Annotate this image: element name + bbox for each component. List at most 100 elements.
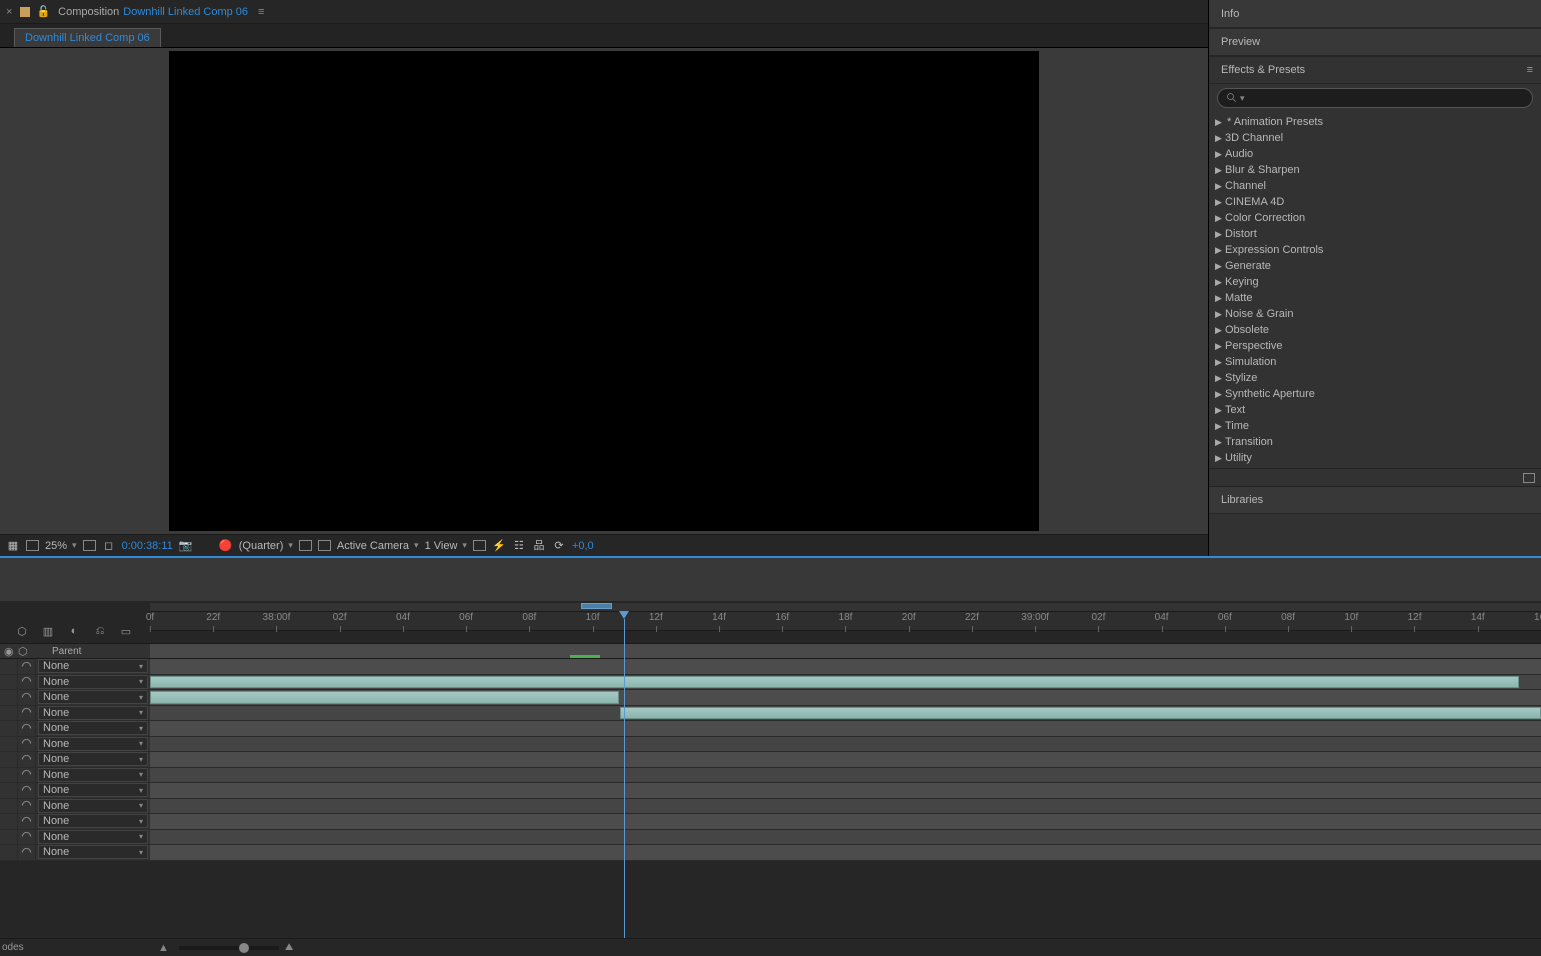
- pickwhip-icon[interactable]: [18, 737, 36, 752]
- viewer-tab-active[interactable]: Downhill Linked Comp 06: [14, 28, 161, 47]
- layer-clip-bar[interactable]: [150, 676, 1519, 689]
- roi-icon[interactable]: [299, 540, 312, 551]
- effects-category-item[interactable]: ▶* Animation Presets: [1209, 114, 1541, 130]
- effects-category-item[interactable]: ▶Expression Controls: [1209, 242, 1541, 258]
- show-snapshot-icon[interactable]: [199, 539, 213, 553]
- layer-track[interactable]: [150, 845, 1541, 860]
- panel-menu-icon[interactable]: ≡: [258, 6, 264, 18]
- effects-category-item[interactable]: ▶Obsolete: [1209, 322, 1541, 338]
- views-dropdown[interactable]: 1 View: [425, 540, 467, 552]
- timeline-layers-area[interactable]: NoneNoneNoneNoneNoneNoneNoneNoneNoneNone…: [0, 659, 1541, 938]
- parent-dropdown[interactable]: None: [38, 659, 148, 673]
- pickwhip-icon[interactable]: [18, 830, 36, 845]
- layer-row[interactable]: None: [0, 690, 1541, 706]
- snapshot-icon[interactable]: 📷: [179, 539, 193, 553]
- effects-category-item[interactable]: ▶Transition: [1209, 434, 1541, 450]
- fast-preview-icon[interactable]: ⚡: [492, 539, 506, 553]
- parent-dropdown[interactable]: None: [38, 768, 148, 782]
- channel-icon[interactable]: 🔴: [219, 539, 233, 553]
- layer-row[interactable]: None: [0, 737, 1541, 753]
- current-time-display[interactable]: 0:00:38:11: [122, 540, 173, 552]
- visibility-toggle[interactable]: [0, 675, 18, 690]
- time-ruler[interactable]: 0f22f38:00f02f04f06f08f10f12f14f16f18f20…: [150, 601, 1541, 643]
- parent-dropdown[interactable]: None: [38, 675, 148, 689]
- parent-column-header[interactable]: Parent: [52, 646, 81, 657]
- effects-category-item[interactable]: ▶Text: [1209, 402, 1541, 418]
- parent-dropdown[interactable]: None: [38, 752, 148, 766]
- visibility-toggle[interactable]: [0, 845, 18, 860]
- pickwhip-icon[interactable]: [18, 814, 36, 829]
- info-panel-header[interactable]: Info: [1209, 0, 1541, 28]
- timeline-zoom-slider[interactable]: [179, 946, 279, 950]
- layer-track[interactable]: [150, 830, 1541, 845]
- panel-menu-icon[interactable]: ≡: [1527, 64, 1533, 76]
- effects-category-item[interactable]: ▶Audio: [1209, 146, 1541, 162]
- effects-category-item[interactable]: ▶Keying: [1209, 274, 1541, 290]
- visibility-toggle[interactable]: [0, 659, 18, 674]
- layer-row[interactable]: None: [0, 752, 1541, 768]
- zoom-in-icon[interactable]: ⛰: [285, 942, 293, 953]
- pickwhip-icon[interactable]: [18, 675, 36, 690]
- parent-dropdown[interactable]: None: [38, 783, 148, 797]
- effects-category-item[interactable]: ▶Noise & Grain: [1209, 306, 1541, 322]
- pickwhip-icon[interactable]: [18, 768, 36, 783]
- visibility-toggle[interactable]: [0, 768, 18, 783]
- layer-track[interactable]: [150, 783, 1541, 798]
- parent-dropdown[interactable]: None: [38, 845, 148, 859]
- parent-dropdown[interactable]: None: [38, 737, 148, 751]
- current-time-indicator[interactable]: [619, 611, 629, 619]
- layer-row[interactable]: None: [0, 845, 1541, 861]
- effects-category-item[interactable]: ▶Color Correction: [1209, 210, 1541, 226]
- lock-column-icon[interactable]: ⬡: [18, 645, 28, 658]
- effects-category-item[interactable]: ▶Perspective: [1209, 338, 1541, 354]
- visibility-toggle[interactable]: [0, 737, 18, 752]
- flowchart-icon[interactable]: 品: [532, 539, 546, 553]
- effects-category-item[interactable]: ▶Synthetic Aperture: [1209, 386, 1541, 402]
- effects-presets-panel-header[interactable]: Effects & Presets ≡: [1209, 56, 1541, 84]
- layer-track[interactable]: [150, 659, 1541, 674]
- layer-row[interactable]: None: [0, 830, 1541, 846]
- layer-row[interactable]: None: [0, 814, 1541, 830]
- resolution-grid-icon[interactable]: [83, 540, 96, 551]
- magnification-icon[interactable]: [26, 540, 39, 551]
- reset-exposure-icon[interactable]: ⟳: [552, 539, 566, 553]
- pickwhip-icon[interactable]: [18, 783, 36, 798]
- layer-row[interactable]: None: [0, 721, 1541, 737]
- effects-category-item[interactable]: ▶Blur & Sharpen: [1209, 162, 1541, 178]
- zoom-dropdown[interactable]: 25%: [45, 540, 77, 552]
- visibility-toggle[interactable]: [0, 799, 18, 814]
- parent-dropdown[interactable]: None: [38, 814, 148, 828]
- effects-category-item[interactable]: ▶Simulation: [1209, 354, 1541, 370]
- effects-category-item[interactable]: ▶Time: [1209, 418, 1541, 434]
- visibility-toggle[interactable]: [0, 721, 18, 736]
- timeline-icon[interactable]: ☷: [512, 539, 526, 553]
- parent-dropdown[interactable]: None: [38, 830, 148, 844]
- transparency-grid-icon[interactable]: [318, 540, 331, 551]
- zoom-out-icon[interactable]: ▲: [158, 942, 169, 954]
- layer-row[interactable]: None: [0, 768, 1541, 784]
- pickwhip-icon[interactable]: [18, 659, 36, 674]
- effects-category-item[interactable]: ▶Generate: [1209, 258, 1541, 274]
- libraries-panel-header[interactable]: Libraries: [1209, 486, 1541, 514]
- layer-track[interactable]: [150, 690, 1541, 705]
- lock-icon[interactable]: 🔓: [36, 5, 50, 18]
- layer-row[interactable]: None: [0, 706, 1541, 722]
- layer-track[interactable]: [150, 675, 1541, 690]
- layer-clip-bar[interactable]: [620, 707, 1541, 720]
- work-area-bar[interactable]: [581, 603, 612, 609]
- new-bin-icon[interactable]: [1523, 473, 1535, 483]
- parent-dropdown[interactable]: None: [38, 721, 148, 735]
- pickwhip-icon[interactable]: [18, 690, 36, 705]
- layer-row[interactable]: None: [0, 675, 1541, 691]
- layer-row[interactable]: None: [0, 783, 1541, 799]
- effects-category-item[interactable]: ▶Utility: [1209, 450, 1541, 466]
- visibility-toggle[interactable]: [0, 814, 18, 829]
- visibility-toggle[interactable]: [0, 690, 18, 705]
- layer-clip-bar[interactable]: [150, 691, 619, 704]
- always-preview-icon[interactable]: ▦: [6, 539, 20, 553]
- brain-icon[interactable]: ▭: [118, 623, 134, 639]
- motion-blur-icon[interactable]: ◐: [66, 623, 82, 639]
- pixel-aspect-icon[interactable]: [473, 540, 486, 551]
- shy-icon[interactable]: ⬡: [14, 623, 30, 639]
- effects-search-input[interactable]: ▾: [1217, 88, 1533, 108]
